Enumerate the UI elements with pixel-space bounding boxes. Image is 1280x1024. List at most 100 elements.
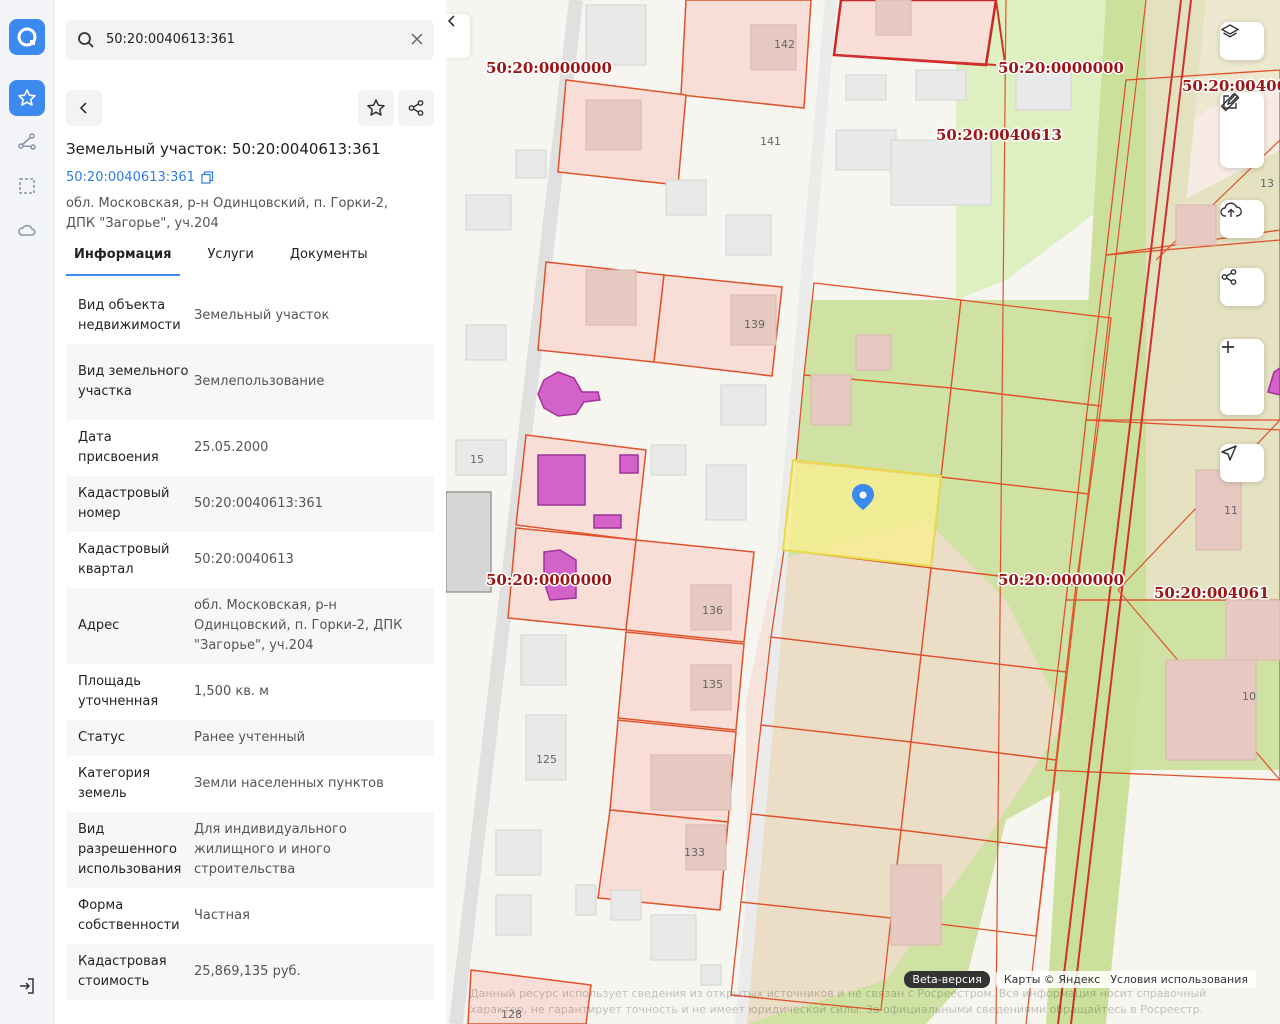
building xyxy=(465,324,507,361)
close-icon[interactable] xyxy=(410,32,424,46)
selected-parcel[interactable] xyxy=(781,458,943,568)
collapse-panel-button[interactable] xyxy=(446,14,470,58)
page-title: Земельный участок: 50:20:0040613:361 xyxy=(66,140,381,158)
object-address: обл. Московская, р-н Одинцовский, п. Гор… xyxy=(66,196,389,231)
house-number: 142 xyxy=(774,38,795,51)
row-key: Форма собственности xyxy=(78,898,180,933)
share-icon xyxy=(1221,269,1237,285)
building xyxy=(465,194,512,231)
search-icon xyxy=(78,32,94,48)
cadastral-number-link[interactable]: 50:20:0040613:361 xyxy=(66,170,214,185)
cadastral-block-label[interactable]: 50:20:0040613 xyxy=(935,125,1064,146)
map-disclaimer: Данный ресурс использует сведения из отк… xyxy=(470,987,1207,1016)
row-value: Для индивидуального жилищного и иного ст… xyxy=(194,822,347,877)
edit-icon xyxy=(1223,93,1239,109)
table-row: Кадастровый номер 50:20:0040613:361 xyxy=(66,476,434,532)
table-row: Вид разрешенного использования Для индиви… xyxy=(66,812,434,888)
favorites-rail-button[interactable] xyxy=(9,80,45,116)
chevron-left-icon xyxy=(447,15,455,27)
building xyxy=(610,889,642,921)
favorite-button[interactable] xyxy=(358,90,394,126)
house-number: 136 xyxy=(702,604,723,617)
star-icon xyxy=(18,89,36,106)
geolocation-button[interactable] xyxy=(1220,444,1264,482)
star-icon xyxy=(367,99,385,116)
edit-button[interactable] xyxy=(1220,93,1264,168)
info-panel: 50:20:0040613:361 Земельный участок: 50:… xyxy=(54,0,446,1024)
building xyxy=(650,754,732,811)
row-value: 1,500 кв. м xyxy=(194,684,269,699)
row-key: Кадастровая стоимость xyxy=(78,954,167,989)
table-row: Кадастровый квартал 50:20:0040613 xyxy=(66,532,434,588)
table-row: Вид объекта недвижимости Земельный участо… xyxy=(66,288,434,344)
back-button[interactable] xyxy=(66,90,102,126)
cadastral-block-label[interactable]: 50:20:0000000 xyxy=(997,570,1126,591)
app-logo[interactable] xyxy=(9,19,45,55)
cadastral-block-label[interactable]: 50:20:0000000 xyxy=(485,570,614,591)
house-number: 133 xyxy=(684,846,705,859)
cadastral-number-text[interactable]: 50:20:0040613:361 xyxy=(66,170,195,185)
table-row: Кадастровая стоимость 25,869,135 руб. xyxy=(66,944,434,1000)
tab-documents[interactable]: Документы xyxy=(282,244,376,276)
share-button[interactable] xyxy=(398,90,434,126)
table-row: Площадь уточненная 1,500 кв. м xyxy=(66,664,434,720)
tab-information[interactable]: Информация xyxy=(66,244,180,276)
layers-button[interactable] xyxy=(1220,22,1264,60)
building xyxy=(875,0,912,36)
cloud-rail-button[interactable] xyxy=(9,212,45,248)
chevron-left-icon xyxy=(79,102,87,114)
building xyxy=(1175,204,1217,246)
table-row: Категория земель Земли населенных пунктов xyxy=(66,756,434,812)
upload-button[interactable] xyxy=(1220,200,1264,238)
building xyxy=(1225,599,1280,661)
logout-icon xyxy=(20,978,34,994)
yandex-copyright[interactable]: Карты © Яндекс xyxy=(1004,973,1101,986)
row-value: 50:20:0040613:361 xyxy=(194,496,323,511)
zoom-control xyxy=(1220,339,1264,415)
building xyxy=(810,374,852,426)
building xyxy=(650,444,687,476)
purple-object[interactable] xyxy=(619,454,639,474)
building xyxy=(915,69,967,101)
zoom-out-button[interactable] xyxy=(1220,346,1264,415)
building xyxy=(705,464,747,521)
row-value: Ранее учтенный xyxy=(194,730,306,745)
cadastral-block-label[interactable]: 50:20:0000000 xyxy=(485,58,614,79)
cloud-icon xyxy=(18,224,36,236)
parcel[interactable] xyxy=(625,539,755,643)
cadastral-map[interactable]: 142 141 139 15 136 135 125 133 128 13 11… xyxy=(446,0,1280,1024)
table-row: Адрес обл. Московская, р-н Одинцовский, п… xyxy=(66,588,434,664)
logout-rail-button[interactable] xyxy=(9,968,45,1004)
tab-services[interactable]: Услуги xyxy=(200,244,262,276)
building xyxy=(855,334,892,371)
row-key: Категория земель xyxy=(78,766,151,801)
building xyxy=(1165,659,1257,761)
search-box[interactable]: 50:20:0040613:361 xyxy=(66,20,434,60)
info-table: Вид объекта недвижимости Земельный участо… xyxy=(66,288,434,1000)
purple-object[interactable] xyxy=(537,371,601,417)
row-key: Статус xyxy=(78,730,126,745)
row-key: Кадастровый квартал xyxy=(78,542,170,577)
routes-rail-button[interactable] xyxy=(9,124,45,160)
row-value: Землепользование xyxy=(194,374,325,389)
row-key: Вид разрешенного использования xyxy=(78,822,182,877)
building xyxy=(520,634,567,686)
terms-link[interactable]: Условия использования xyxy=(1110,973,1248,986)
geolocation-control xyxy=(1220,444,1264,482)
map-share-button[interactable] xyxy=(1220,268,1264,306)
purple-object[interactable] xyxy=(593,514,622,529)
building xyxy=(845,74,887,101)
cadastral-block-label[interactable]: 50:20:004061 xyxy=(1153,583,1271,604)
map-canvas[interactable]: 142 141 139 15 136 135 125 133 128 13 11… xyxy=(446,0,1280,1024)
layers-icon xyxy=(1220,24,1240,38)
cadastral-block-label[interactable]: 50:20:0000000 xyxy=(997,58,1126,79)
copy-icon[interactable] xyxy=(201,171,214,184)
table-row: Вид земельного участка Землепользование xyxy=(66,344,434,420)
parcel-thick[interactable] xyxy=(832,0,998,67)
purple-object[interactable] xyxy=(537,454,586,506)
navigation-arrow-icon xyxy=(1221,445,1237,461)
area-select-rail-button[interactable] xyxy=(9,168,45,204)
building xyxy=(585,4,647,66)
building xyxy=(890,139,992,206)
search-input[interactable]: 50:20:0040613:361 xyxy=(106,32,235,47)
